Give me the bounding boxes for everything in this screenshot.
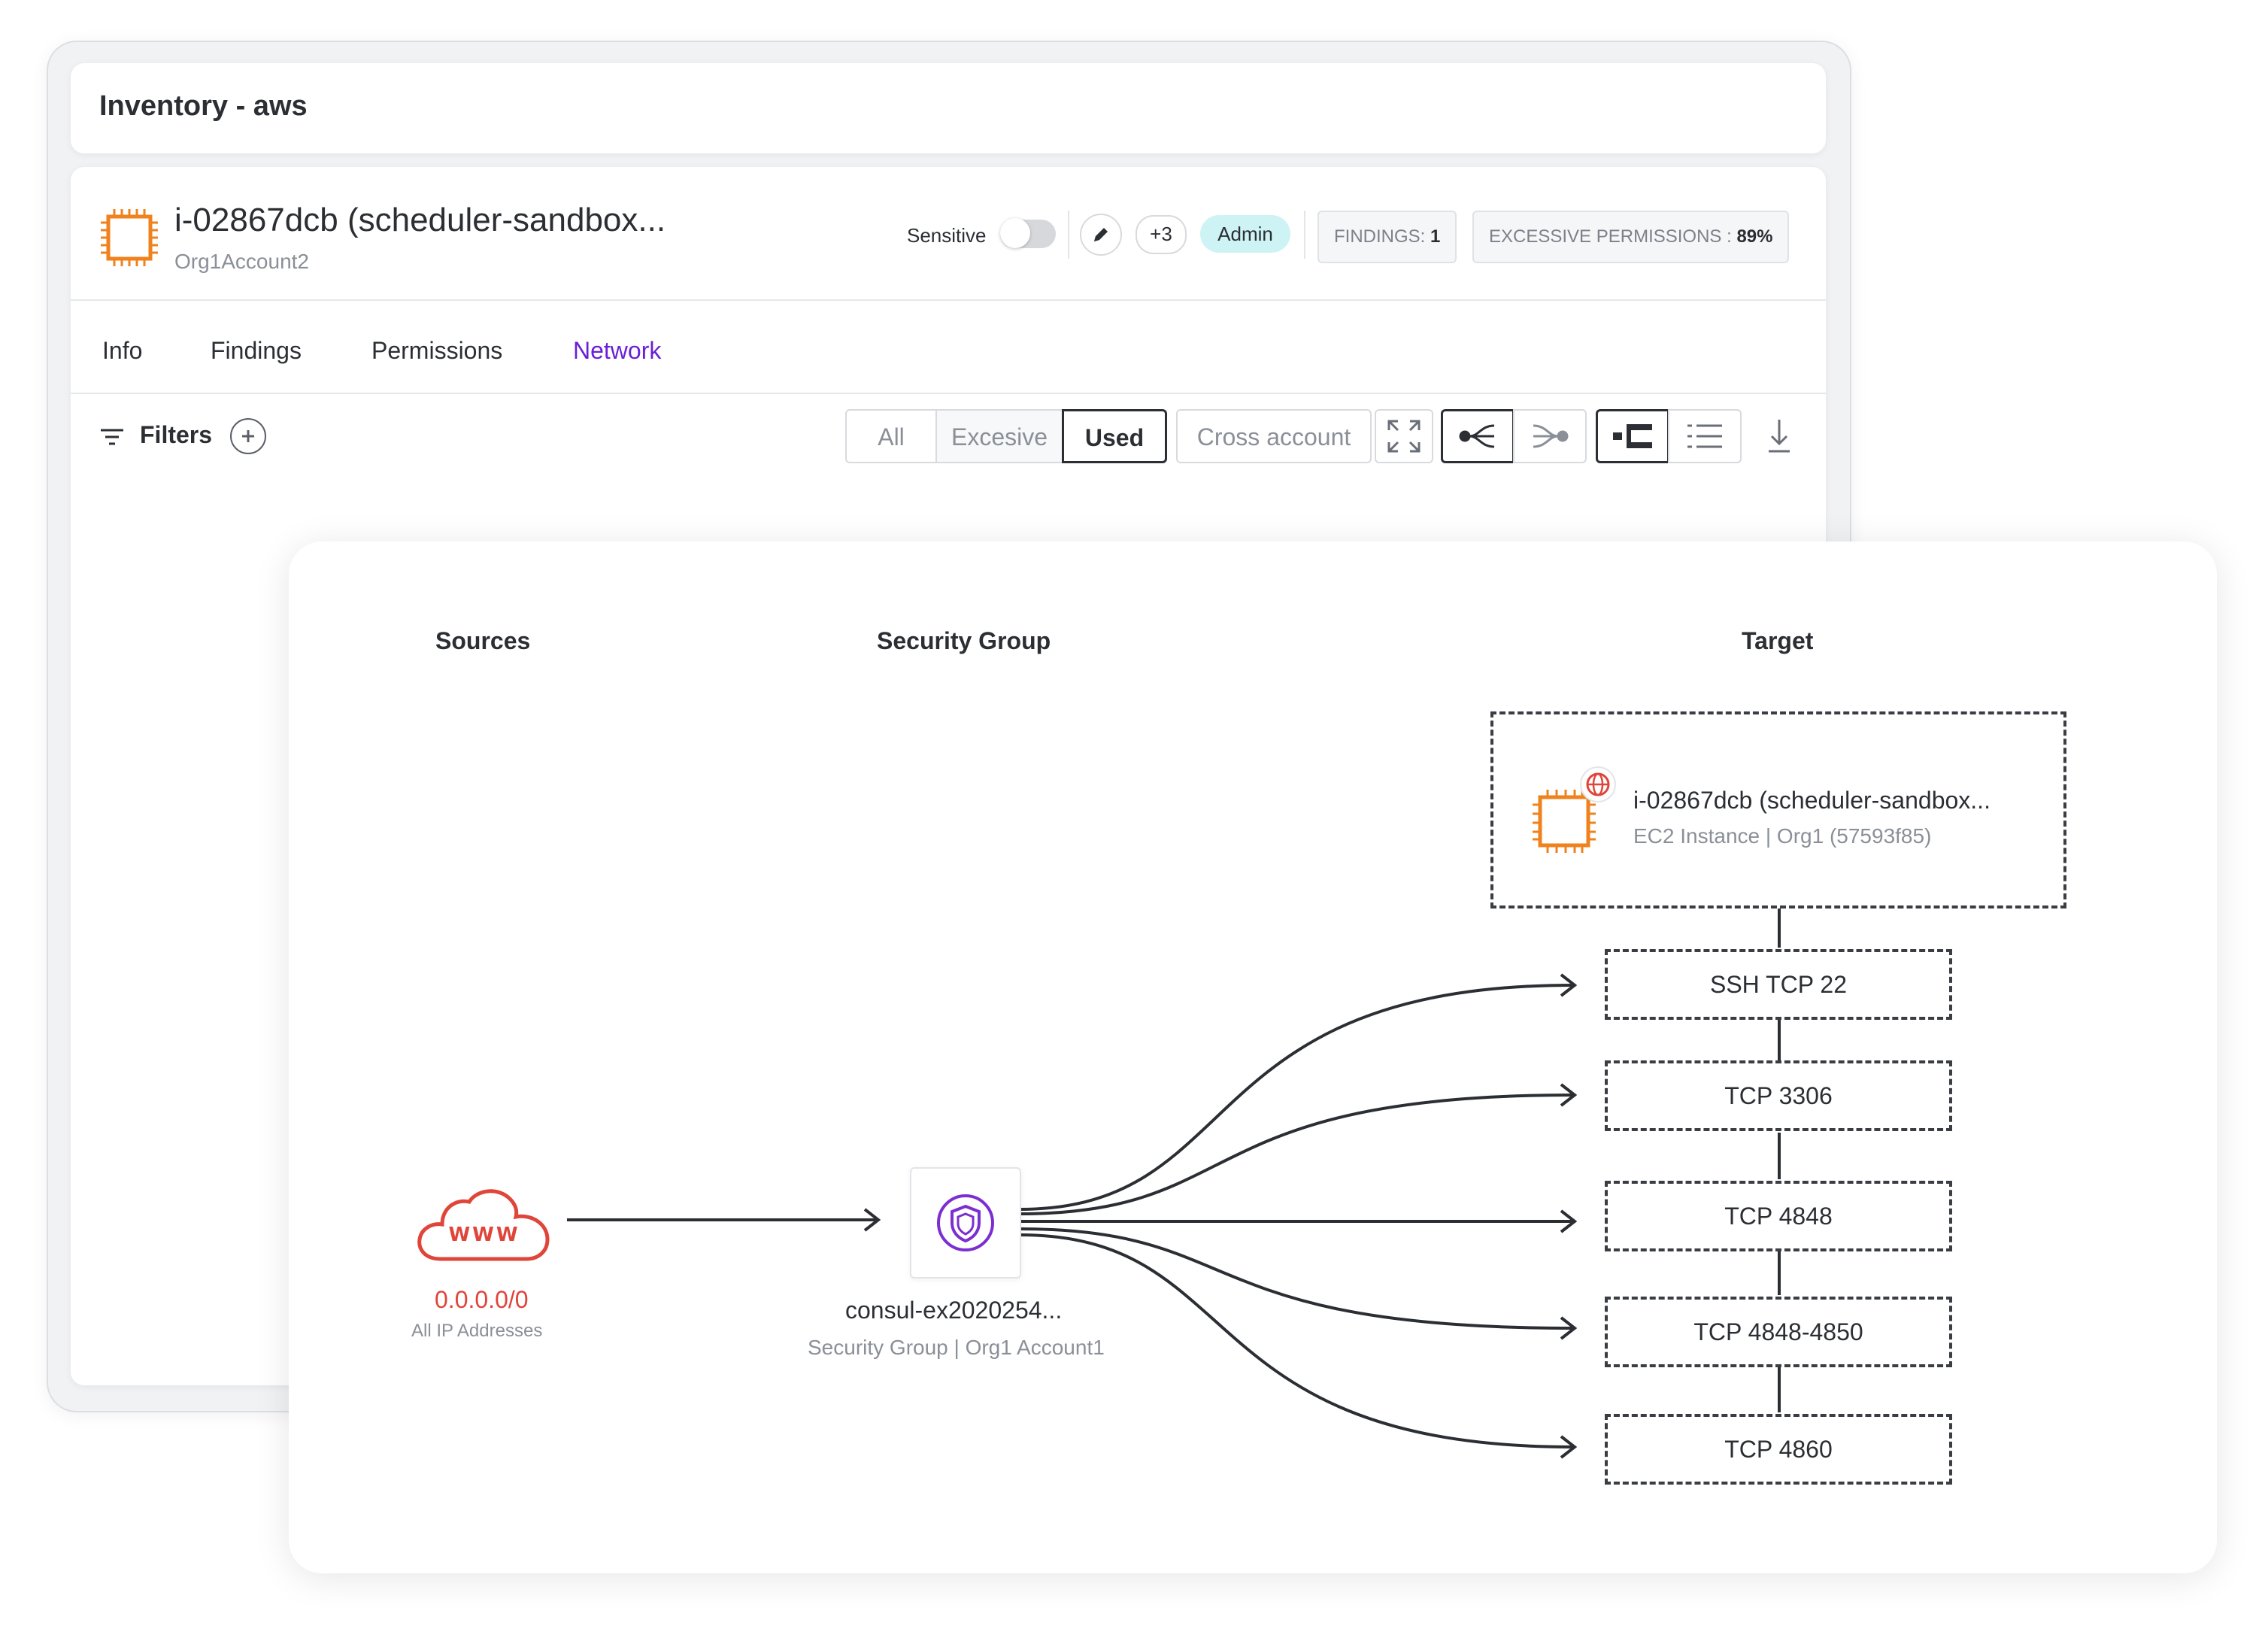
www-label: WWW xyxy=(448,1224,520,1246)
port-node[interactable]: TCP 4848 xyxy=(1605,1181,1952,1251)
target-subtitle: EC2 Instance | Org1 (57593f85) xyxy=(1633,824,1932,848)
port-node[interactable]: TCP 4848-4850 xyxy=(1605,1297,1952,1367)
source-subtitle: All IP Addresses xyxy=(411,1321,543,1341)
internet-cloud-icon[interactable]: WWW xyxy=(415,1184,553,1266)
target-name: i-02867dcb (scheduler-sandbox... xyxy=(1633,787,1991,814)
security-group-name: consul-ex2020254... xyxy=(845,1297,1063,1324)
security-group-subtitle: Security Group | Org1 Account1 xyxy=(808,1336,1105,1359)
source-ip: 0.0.0.0/0 xyxy=(435,1286,529,1313)
port-node[interactable]: TCP 3306 xyxy=(1605,1060,1952,1131)
shield-icon xyxy=(937,1194,994,1251)
public-globe-badge-icon xyxy=(1580,766,1616,802)
security-group-node[interactable] xyxy=(910,1167,1021,1279)
edge-port-4 xyxy=(1019,1227,1574,1330)
port-node[interactable]: TCP 4860 xyxy=(1605,1414,1952,1485)
port-node[interactable]: SSH TCP 22 xyxy=(1605,949,1952,1020)
